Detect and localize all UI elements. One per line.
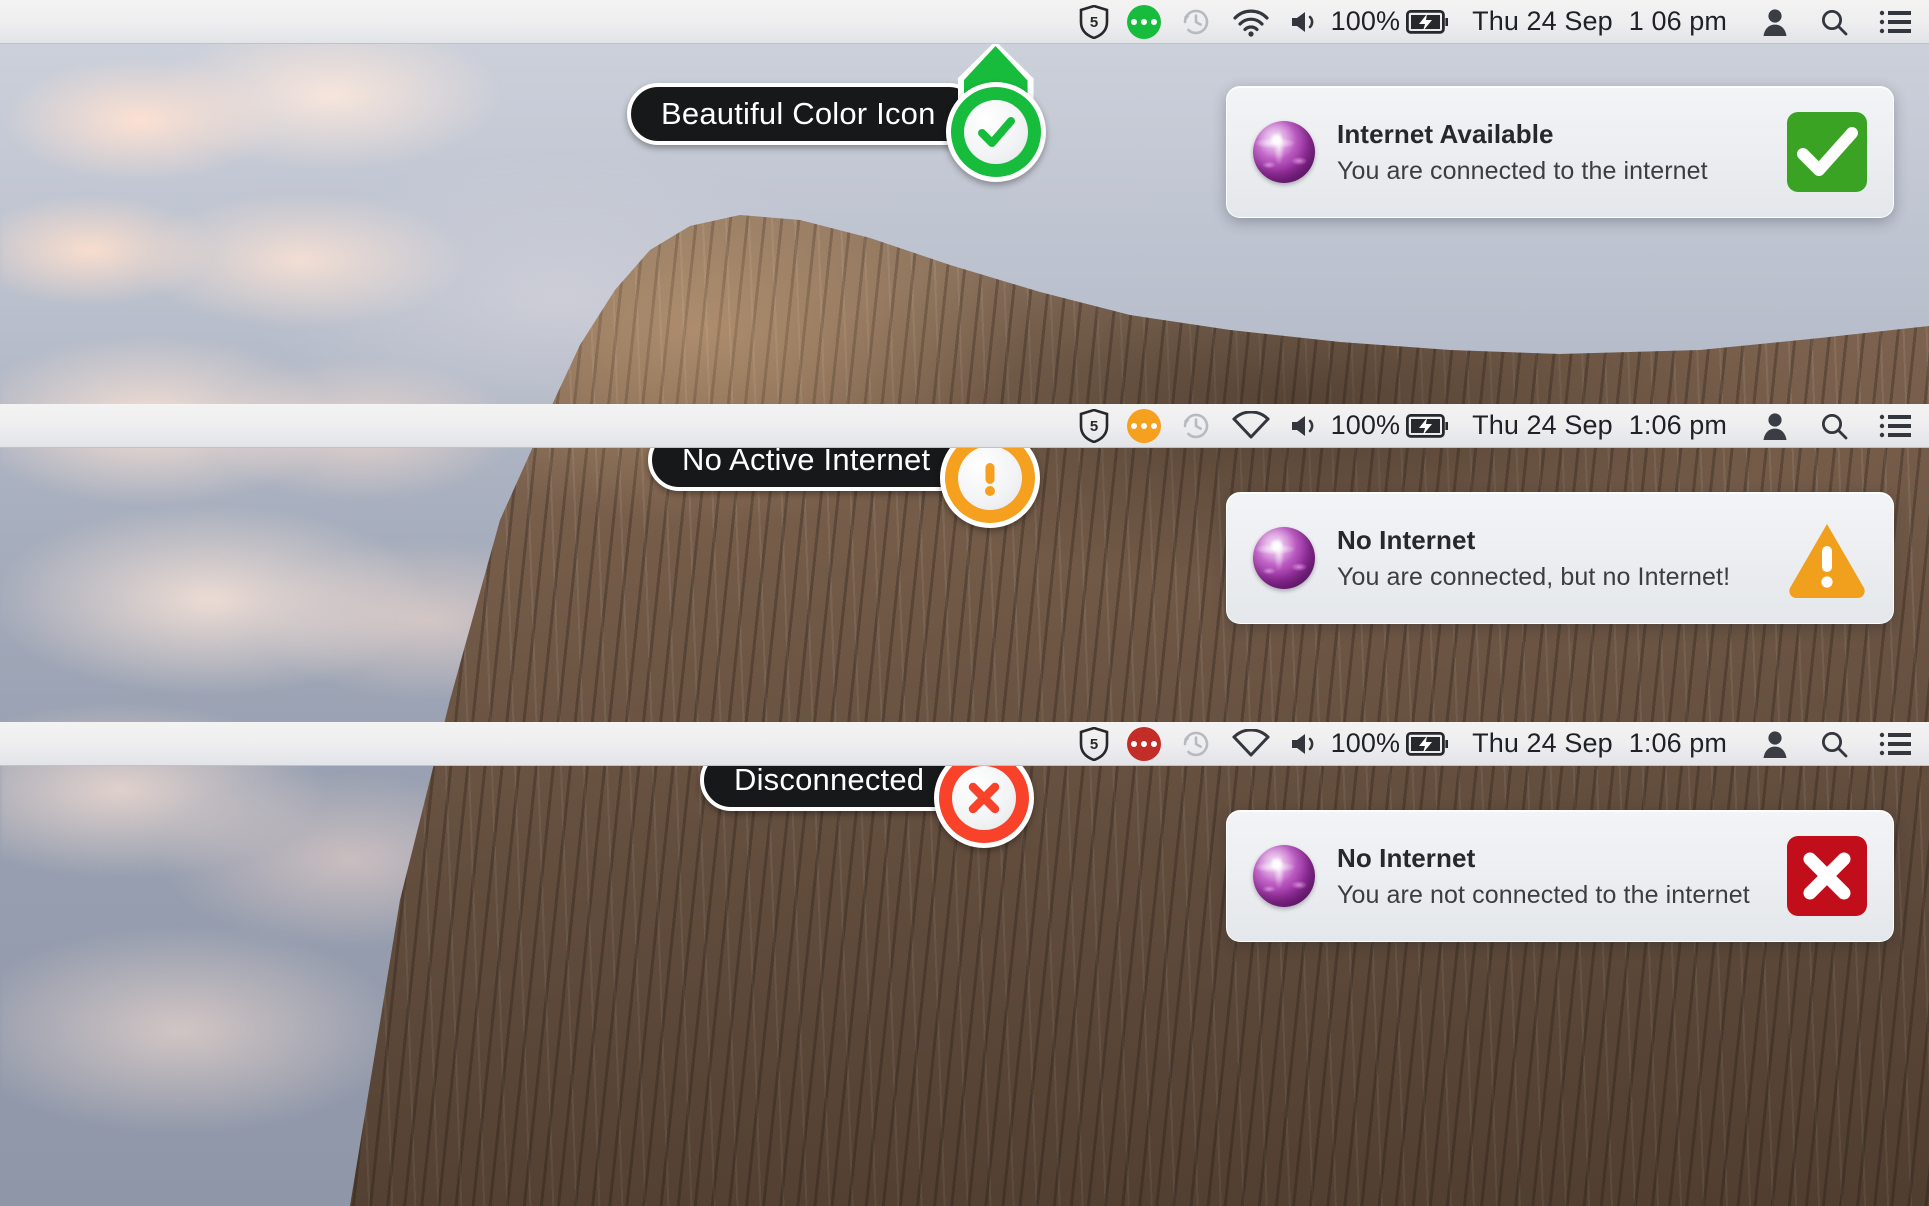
history-clock-icon[interactable] xyxy=(1179,0,1213,44)
check-badge-icon xyxy=(1787,112,1867,192)
shield-5-icon[interactable]: 5 xyxy=(1079,722,1109,766)
notification-internet-available[interactable]: Internet Available You are connected to … xyxy=(1226,86,1894,218)
volume-icon[interactable] xyxy=(1289,722,1321,766)
cross-icon xyxy=(961,775,1007,821)
wifi-icon[interactable] xyxy=(1231,404,1271,448)
battery-percent-label: 100% xyxy=(1330,728,1401,758)
menu-bar-connected: 5 100% Thu 24 Sep 1 06 pm xyxy=(0,0,1929,44)
wifi-icon[interactable] xyxy=(1231,722,1271,766)
svg-text:5: 5 xyxy=(1089,14,1097,31)
globe-icon xyxy=(1253,121,1315,183)
shield-5-icon[interactable]: 5 xyxy=(1079,0,1109,44)
menubar-date[interactable]: Thu 24 Sep xyxy=(1450,0,1613,44)
notification-center-icon[interactable] xyxy=(1849,0,1911,44)
menubar-date[interactable]: Thu 24 Sep xyxy=(1450,722,1613,766)
battery-percent-label: 100% xyxy=(1330,6,1401,36)
callout-beautiful-color-icon: Beautiful Color Icon xyxy=(627,41,1046,182)
globe-icon xyxy=(1253,845,1315,907)
spotlight-search-icon[interactable] xyxy=(1789,0,1849,44)
menu-bar-no-active-internet: 5 100% Thu 24 Sep 1:06 pm xyxy=(0,404,1929,448)
shield-5-icon[interactable]: 5 xyxy=(1079,404,1109,448)
notification-no-internet-connected[interactable]: No Internet You are connected, but no In… xyxy=(1226,492,1894,624)
notification-body: You are not connected to the internet xyxy=(1337,880,1750,909)
svg-text:5: 5 xyxy=(1089,418,1097,435)
notification-title: Internet Available xyxy=(1337,118,1554,149)
desktop-panel-connected: 5 100% Thu 24 Sep 1 06 pm Beautiful Colo… xyxy=(0,0,1929,404)
three-dots-status-icon[interactable] xyxy=(1126,404,1161,448)
battery-percent-label: 100% xyxy=(1330,410,1401,440)
status-pin-green[interactable] xyxy=(945,41,1046,182)
globe-icon xyxy=(1253,527,1315,589)
battery-charging-icon[interactable] xyxy=(1406,722,1450,766)
spotlight-search-icon[interactable] xyxy=(1789,404,1849,448)
exclamation-icon xyxy=(967,455,1013,501)
user-icon[interactable] xyxy=(1727,404,1789,448)
callout-label: Beautiful Color Icon xyxy=(627,83,980,145)
notification-center-icon[interactable] xyxy=(1849,404,1911,448)
battery-charging-icon[interactable] xyxy=(1406,404,1450,448)
notification-body: You are connected to the internet xyxy=(1337,156,1708,185)
history-clock-icon[interactable] xyxy=(1179,722,1213,766)
warning-triangle-icon xyxy=(1787,518,1867,598)
user-icon[interactable] xyxy=(1727,0,1789,44)
volume-icon[interactable] xyxy=(1289,404,1321,448)
check-icon xyxy=(973,109,1019,155)
history-clock-icon[interactable] xyxy=(1179,404,1213,448)
svg-text:5: 5 xyxy=(1089,736,1097,753)
volume-icon[interactable] xyxy=(1289,0,1321,44)
desktop-panel-no-active-internet: 5 100% Thu 24 Sep 1:06 pm No Active Inte… xyxy=(0,404,1929,722)
notification-title: No Internet xyxy=(1337,524,1476,555)
notification-title: No Internet xyxy=(1337,842,1476,873)
cross-badge-icon xyxy=(1787,836,1867,916)
menu-bar-disconnected: 5 100% Thu 24 Sep 1:06 pm xyxy=(0,722,1929,766)
user-icon[interactable] xyxy=(1727,722,1789,766)
spotlight-search-icon[interactable] xyxy=(1789,722,1849,766)
menubar-time[interactable]: 1:06 pm xyxy=(1613,404,1727,448)
battery-charging-icon[interactable] xyxy=(1406,0,1450,44)
menubar-time[interactable]: 1:06 pm xyxy=(1613,722,1727,766)
desktop-panel-disconnected: 5 100% Thu 24 Sep 1:06 pm Disconnected N… xyxy=(0,722,1929,1206)
notification-center-icon[interactable] xyxy=(1849,722,1911,766)
notification-no-internet-disconnected[interactable]: No Internet You are not connected to the… xyxy=(1226,810,1894,942)
menubar-time[interactable]: 1 06 pm xyxy=(1613,0,1727,44)
three-dots-status-icon[interactable] xyxy=(1126,722,1161,766)
menubar-date[interactable]: Thu 24 Sep xyxy=(1450,404,1613,448)
wifi-icon[interactable] xyxy=(1231,0,1271,44)
three-dots-status-icon[interactable] xyxy=(1126,0,1161,44)
notification-body: You are connected, but no Internet! xyxy=(1337,562,1731,591)
